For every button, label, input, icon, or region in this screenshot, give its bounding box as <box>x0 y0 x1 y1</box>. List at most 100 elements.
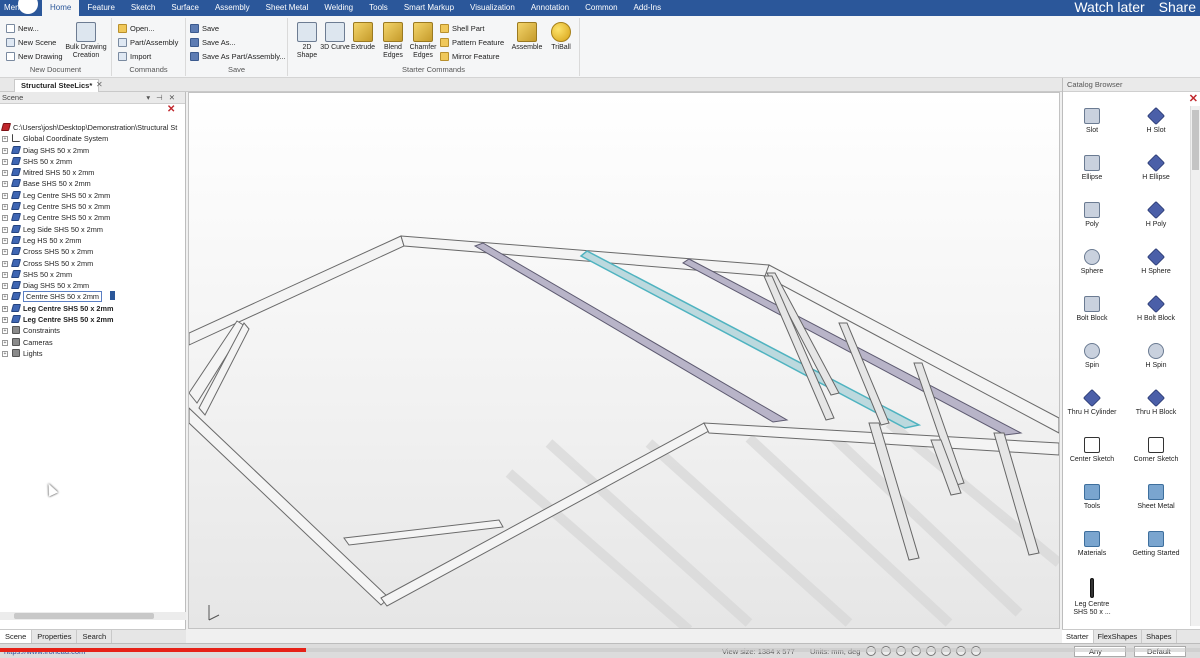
3d-viewport[interactable] <box>188 92 1060 629</box>
scene-tree-item[interactable]: + Global Coordinate System <box>0 133 186 144</box>
tab-smart-markup[interactable]: Smart Markup <box>396 0 462 16</box>
expand-toggle-icon[interactable]: + <box>2 305 8 312</box>
scrollbar-thumb[interactable] <box>1192 110 1199 170</box>
scene-tree-item[interactable]: + Base SHS 50 x 2mm <box>0 178 186 189</box>
expand-toggle-icon[interactable]: + <box>2 249 8 256</box>
pattern-feature-button[interactable]: Pattern Feature <box>440 36 504 48</box>
catalog-item[interactable]: H Bolt Block <box>1131 294 1181 341</box>
expand-toggle-icon[interactable]: + <box>2 271 8 278</box>
expand-toggle-icon[interactable]: + <box>2 350 8 357</box>
expand-toggle-icon[interactable]: + <box>2 339 8 346</box>
scene-tree-item[interactable]: + SHS 50 x 2mm <box>0 269 186 280</box>
scene-tree-item[interactable]: + Diag SHS 50 x 2mm <box>0 145 186 156</box>
catalog-item[interactable]: H Sphere <box>1131 247 1181 294</box>
catalog-item[interactable]: H Ellipse <box>1131 153 1181 200</box>
expand-toggle-icon[interactable]: + <box>2 328 8 335</box>
video-progress-bar[interactable] <box>0 648 1200 652</box>
tab-scene[interactable]: Scene <box>0 630 33 643</box>
import-button[interactable]: Import <box>118 50 151 62</box>
save-as-part-button[interactable]: Save As Part/Assembly... <box>190 50 286 62</box>
catalog-item[interactable]: Tools <box>1067 482 1117 529</box>
new-button[interactable]: New... <box>6 22 39 34</box>
expand-toggle-icon[interactable]: + <box>2 294 8 301</box>
expand-toggle-icon[interactable]: + <box>2 215 8 222</box>
tab-tools[interactable]: Tools <box>361 0 396 16</box>
panel-controls[interactable]: ▾⊣✕ <box>146 92 181 104</box>
scene-tree-item[interactable]: + Cross SHS 50 x 2mm <box>0 258 186 269</box>
catalog-item[interactable]: H Spin <box>1131 341 1181 388</box>
expand-toggle-icon[interactable]: + <box>2 237 8 244</box>
assemble-button[interactable]: Assemble <box>510 22 544 52</box>
tab-shapes[interactable]: Shapes <box>1142 630 1177 643</box>
catalog-item[interactable]: Ellipse <box>1067 153 1117 200</box>
scene-tree-item[interactable]: + Diag SHS 50 x 2mm <box>0 280 186 291</box>
scene-tree-item[interactable]: + Cross SHS 50 x 2mm <box>0 246 186 257</box>
scene-tree-item[interactable]: + SHS 50 x 2mm <box>0 156 186 167</box>
tab-feature[interactable]: Feature <box>79 0 123 16</box>
catalog-item[interactable]: Bolt Block <box>1067 294 1117 341</box>
scene-tree-item[interactable]: + Centre SHS 50 x 2mm <box>0 291 186 303</box>
mirror-feature-button[interactable]: Mirror Feature <box>440 50 500 62</box>
tab-add-ins[interactable]: Add-Ins <box>626 0 670 16</box>
tab-visualization[interactable]: Visualization <box>462 0 523 16</box>
new-drawing-button[interactable]: New Drawing <box>6 50 63 62</box>
catalog-item[interactable]: Center Sketch <box>1067 435 1117 482</box>
scene-tree-item[interactable]: + Lights <box>0 348 186 359</box>
expand-toggle-icon[interactable]: + <box>2 260 8 267</box>
tab-flexshapes[interactable]: FlexShapes <box>1094 630 1143 643</box>
scene-horizontal-scrollbar[interactable] <box>0 612 186 620</box>
tab-properties[interactable]: Properties <box>32 630 78 643</box>
blend-edges-button[interactable]: Blend Edges <box>378 22 408 60</box>
watch-later-button[interactable]: Watch later <box>1074 0 1144 14</box>
bulk-drawing-creation-button[interactable]: Bulk Drawing Creation <box>64 22 108 60</box>
tab-assembly[interactable]: Assembly <box>207 0 258 16</box>
part-assembly-button[interactable]: Part/Assembly <box>118 36 178 48</box>
catalog-item[interactable]: Poly <box>1067 200 1117 247</box>
chamfer-edges-button[interactable]: Chamfer Edges <box>408 22 438 60</box>
new-scene-button[interactable]: New Scene <box>6 36 56 48</box>
catalog-item[interactable]: Spin <box>1067 341 1117 388</box>
3d-curve-button[interactable]: 3D Curve <box>320 22 350 52</box>
scrollbar-thumb[interactable] <box>14 613 154 619</box>
catalog-item[interactable]: Materials <box>1067 529 1117 576</box>
expand-toggle-icon[interactable]: + <box>2 170 8 177</box>
catalog-item[interactable]: Slot <box>1067 106 1117 153</box>
2d-shape-button[interactable]: 2D Shape <box>292 22 322 60</box>
scene-tree-item[interactable]: + Leg Centre SHS 50 x 2mm <box>0 303 186 314</box>
catalog-vertical-scrollbar[interactable] <box>1190 106 1200 626</box>
catalog-item[interactable]: H Poly <box>1131 200 1181 247</box>
expand-toggle-icon[interactable]: + <box>2 283 8 290</box>
expand-toggle-icon[interactable]: + <box>2 147 8 154</box>
tab-home[interactable]: Home <box>42 0 80 16</box>
tab-starter[interactable]: Starter <box>1062 630 1094 643</box>
catalog-item[interactable]: Thru H Cylinder <box>1067 388 1117 435</box>
expand-toggle-icon[interactable]: + <box>2 181 8 188</box>
scene-tree-item[interactable]: + Leg Centre SHS 50 x 2mm <box>0 201 186 212</box>
tab-welding[interactable]: Welding <box>316 0 361 16</box>
scene-tree-item[interactable]: + Cameras <box>0 337 186 348</box>
tab-search[interactable]: Search <box>77 630 113 643</box>
delete-icon[interactable]: ✕ <box>167 105 177 115</box>
catalog-item[interactable]: Thru H Block <box>1131 388 1181 435</box>
scene-tree-item[interactable]: + Constraints <box>0 325 186 336</box>
expand-toggle-icon[interactable]: + <box>2 158 8 165</box>
tab-common[interactable]: Common <box>577 0 625 16</box>
document-tab[interactable]: Structural SteeLics* <box>14 79 100 92</box>
close-document-icon[interactable]: ✕ <box>96 80 103 89</box>
triball-button[interactable]: TriBall <box>546 22 576 52</box>
catalog-delete-icon[interactable]: ✕ <box>1189 94 1198 105</box>
extrude-button[interactable]: Extrude <box>348 22 378 52</box>
tab-sketch[interactable]: Sketch <box>123 0 163 16</box>
scene-root[interactable]: C:\Users\josh\Desktop\Demonstration\Stru… <box>0 122 186 133</box>
scene-tree-item[interactable]: + Mitred SHS 50 x 2mm <box>0 167 186 178</box>
share-button[interactable]: Share <box>1159 0 1196 14</box>
catalog-item[interactable]: H Slot <box>1131 106 1181 153</box>
save-button[interactable]: Save <box>190 22 219 34</box>
expand-toggle-icon[interactable]: + <box>2 226 8 233</box>
open-button[interactable]: Open... <box>118 22 155 34</box>
scene-tree-item[interactable]: + Leg Side SHS 50 x 2mm <box>0 224 186 235</box>
scene-tree-item[interactable]: + Leg HS 50 x 2mm <box>0 235 186 246</box>
expand-toggle-icon[interactable]: + <box>2 192 8 199</box>
tab-surface[interactable]: Surface <box>163 0 207 16</box>
save-as-button[interactable]: Save As... <box>190 36 236 48</box>
